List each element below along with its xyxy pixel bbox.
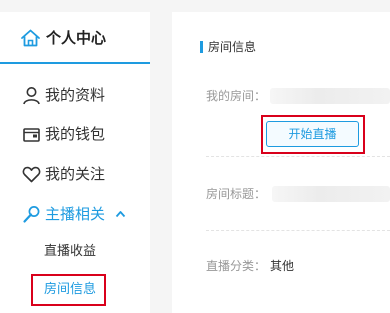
sidebar-subitem-earnings[interactable]: 直播收益	[44, 243, 96, 261]
main-panel: 房间信息 我的房间： 开始直播 房间标题： 直播分类： 其他	[172, 12, 390, 313]
sidebar-item-label: 我的关注	[45, 165, 106, 183]
sidebar-item-label: 主播相关	[45, 205, 106, 223]
sidebar-item-following[interactable]: 我的关注	[0, 154, 150, 194]
sidebar-title: 个人中心	[46, 29, 107, 47]
room-value-redacted	[270, 88, 390, 104]
home-icon	[21, 29, 40, 47]
highlight-box-room-info	[31, 274, 106, 306]
sidebar-header[interactable]: 个人中心	[0, 12, 150, 64]
room-title-label: 房间标题：	[206, 187, 267, 201]
chevron-up-icon[interactable]	[115, 210, 126, 218]
divider	[206, 230, 390, 231]
divider	[206, 156, 390, 157]
sidebar-item-label: 我的资料	[45, 86, 106, 104]
section-marker	[200, 41, 203, 53]
microphone-icon	[23, 206, 40, 223]
user-icon	[23, 87, 40, 105]
room-title-redacted	[272, 186, 390, 202]
start-stream-button[interactable]: 开始直播	[266, 121, 359, 147]
heart-icon	[22, 166, 41, 183]
wallet-icon	[23, 128, 40, 142]
sidebar-item-wallet[interactable]: 我的钱包	[0, 114, 150, 154]
sidebar-item-profile[interactable]: 我的资料	[0, 75, 150, 115]
section-title: 房间信息	[208, 40, 257, 54]
sidebar-item-streamer[interactable]: 主播相关	[0, 194, 150, 234]
category-label: 直播分类：	[206, 259, 267, 273]
category-value: 其他	[270, 259, 295, 273]
sidebar-item-label: 我的钱包	[45, 125, 106, 143]
room-label: 我的房间：	[206, 89, 267, 103]
sidebar: 个人中心 我的资料 我的钱包 我的关注 主播相关 直播收益 房间信息	[0, 12, 150, 313]
